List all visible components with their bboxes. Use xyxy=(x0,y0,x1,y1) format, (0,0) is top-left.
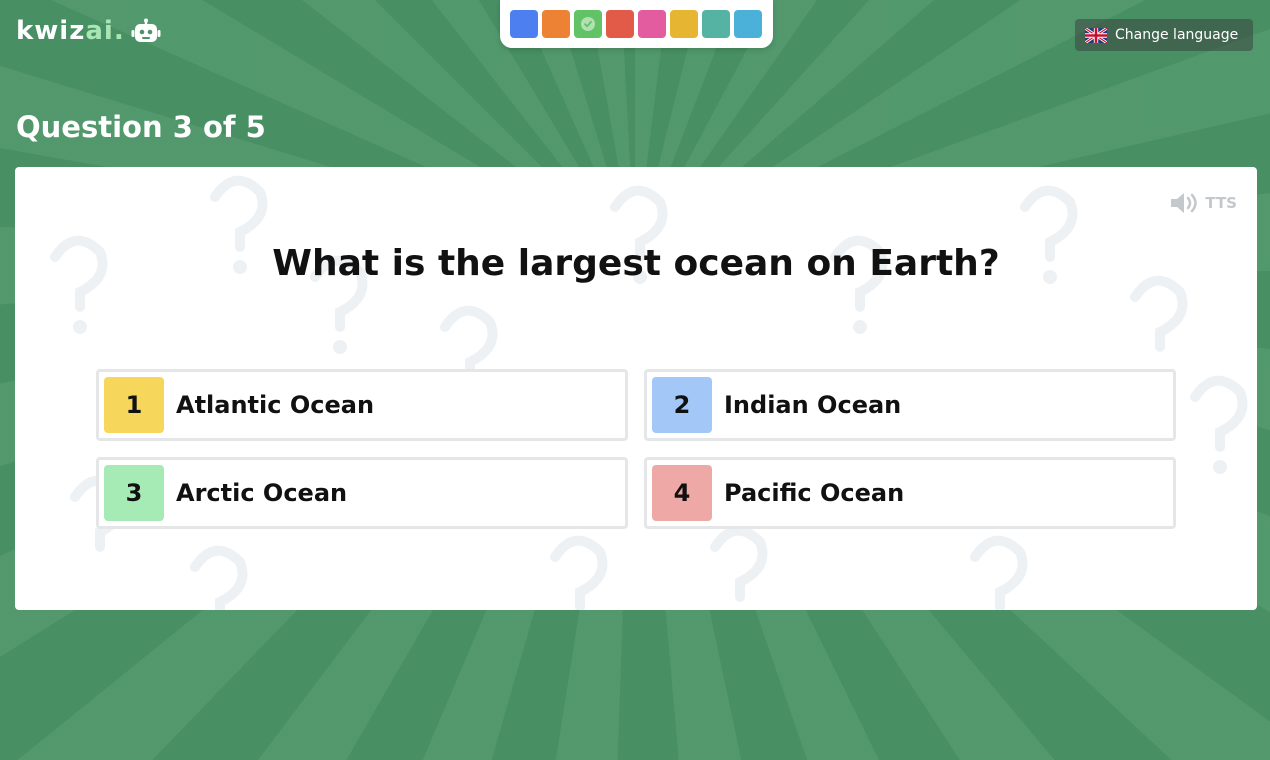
question-text: What is the largest ocean on Earth? xyxy=(272,243,1000,284)
logo-text-prefix: kwiz xyxy=(16,16,86,46)
answer-number-badge: 3 xyxy=(104,465,164,521)
tts-label: TTS xyxy=(1205,194,1237,212)
logo-text-accent: ai. xyxy=(85,16,125,46)
answer-option-4[interactable]: 4 Pacific Ocean xyxy=(644,457,1176,529)
theme-swatch-lightblue[interactable] xyxy=(734,10,762,38)
theme-swatch-blue[interactable] xyxy=(510,10,538,38)
answer-options: 1 Atlantic Ocean 2 Indian Ocean 3 Arctic… xyxy=(96,369,1176,529)
check-icon xyxy=(581,17,595,31)
question-counter: Question 3 of 5 xyxy=(16,110,266,144)
theme-swatch-yellow[interactable] xyxy=(670,10,698,38)
theme-color-picker xyxy=(500,0,773,48)
change-language-button[interactable]: Change language xyxy=(1075,19,1253,51)
answer-number-badge: 2 xyxy=(652,377,712,433)
answer-label: Arctic Ocean xyxy=(176,479,348,507)
answer-option-3[interactable]: 3 Arctic Ocean xyxy=(96,457,628,529)
answer-number-badge: 4 xyxy=(652,465,712,521)
theme-swatch-pink[interactable] xyxy=(638,10,666,38)
uk-flag-icon xyxy=(1085,27,1107,43)
speaker-icon xyxy=(1171,193,1198,213)
answer-number-badge: 1 xyxy=(104,377,164,433)
kwizai-logo[interactable]: kwiz ai. xyxy=(16,16,161,46)
answer-option-1[interactable]: 1 Atlantic Ocean xyxy=(96,369,628,441)
answer-option-2[interactable]: 2 Indian Ocean xyxy=(644,369,1176,441)
robot-icon xyxy=(131,18,161,42)
answer-label: Pacific Ocean xyxy=(724,479,905,507)
answer-label: Indian Ocean xyxy=(724,391,902,419)
answer-label: Atlantic Ocean xyxy=(176,391,375,419)
theme-swatch-teal[interactable] xyxy=(702,10,730,38)
tts-button[interactable]: TTS xyxy=(1169,191,1237,215)
change-language-label: Change language xyxy=(1115,27,1239,43)
theme-swatch-green[interactable] xyxy=(574,10,602,38)
question-card: TTS What is the largest ocean on Earth? … xyxy=(15,167,1257,610)
theme-swatch-red[interactable] xyxy=(606,10,634,38)
theme-swatch-orange[interactable] xyxy=(542,10,570,38)
